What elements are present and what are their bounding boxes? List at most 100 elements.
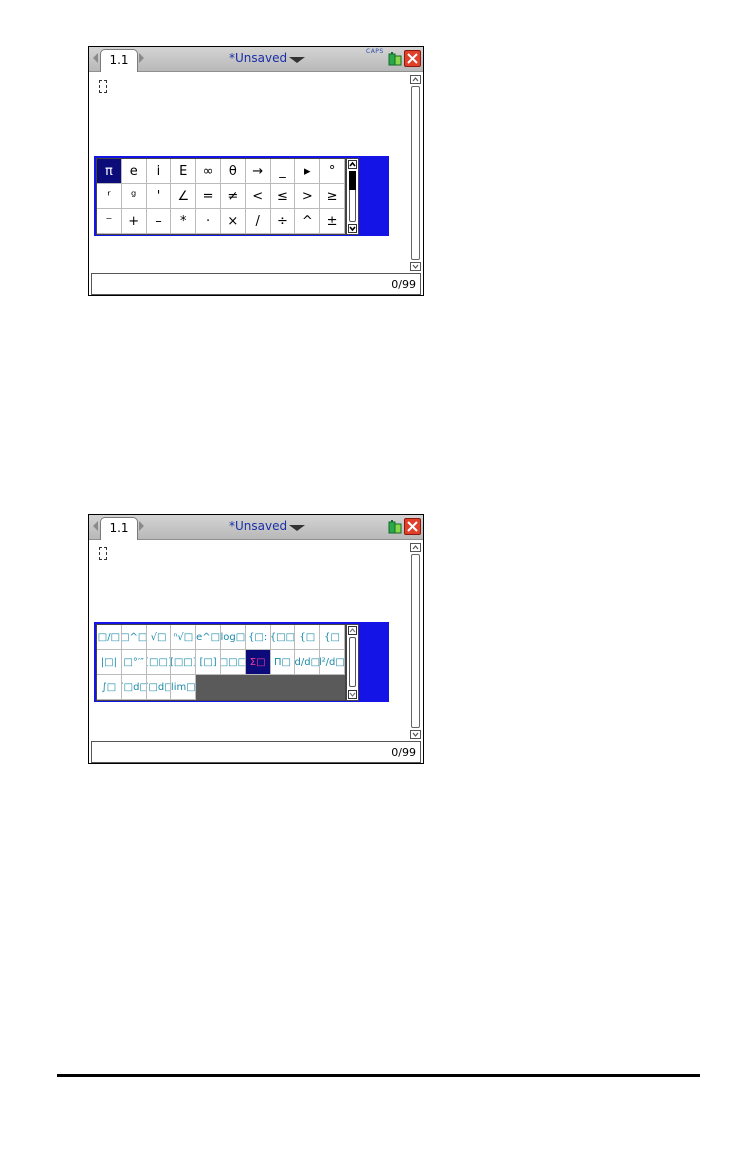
symbol-cell[interactable]: · (196, 209, 221, 234)
symbol-cell[interactable]: × (220, 209, 246, 234)
symbol-cell[interactable]: i (146, 159, 172, 184)
symbol-cell[interactable]: e (121, 159, 147, 184)
chevron-up-icon (412, 77, 419, 82)
template-cell[interactable]: d/d□ (295, 650, 321, 675)
page-scrollbar[interactable] (410, 75, 421, 271)
symbol-cell[interactable]: = (196, 184, 221, 209)
template-cell[interactable]: ∫□ (97, 675, 122, 700)
symbol-cell[interactable]: θ (220, 159, 246, 184)
palette-scroll-track[interactable] (349, 637, 356, 687)
template-cell[interactable]: [□□] (171, 650, 197, 675)
symbol-cell[interactable]: – (146, 209, 172, 234)
tab-scroll-left-icon[interactable] (93, 521, 98, 531)
symbol-cell[interactable]: E (171, 159, 197, 184)
page-scroll-up-button[interactable] (410, 75, 421, 84)
palette-scroll-up-button[interactable] (348, 160, 357, 169)
document-menu-arrow-icon[interactable] (289, 525, 305, 531)
document-menu-arrow-icon[interactable] (289, 57, 305, 63)
symbol-cell[interactable]: / (245, 209, 271, 234)
page-scroll-up-button[interactable] (410, 543, 421, 552)
chevron-down-icon (349, 692, 356, 697)
template-cell[interactable]: e^□ (196, 625, 221, 650)
palette-scroll-up-button[interactable] (348, 626, 357, 635)
template-cell[interactable]: lim□ (171, 675, 197, 700)
symbol-cell[interactable]: ʳ (97, 184, 122, 209)
template-cell[interactable]: ∫□d□ (121, 675, 147, 700)
symbol-cell[interactable]: + (121, 209, 147, 234)
template-cell[interactable]: |□| (97, 650, 122, 675)
symbol-cell[interactable]: ÷ (270, 209, 296, 234)
calculator-screen-templates: 1.1 *Unsaved □/□ □^□ √□ ⁿ√□ e^□ log□ {□: {□□ {□{… (88, 514, 424, 764)
symbol-cell[interactable]: ≤ (270, 184, 296, 209)
template-palette: □/□ □^□ √□ ⁿ√□ e^□ log□ {□: {□□ {□ {□ |□| □°′″ [□□][… (94, 622, 389, 702)
symbol-cell[interactable]: ⁻ (97, 209, 122, 234)
symbol-cell[interactable]: _ (270, 159, 296, 184)
symbol-cell[interactable]: → (245, 159, 271, 184)
input-cursor-box[interactable] (99, 80, 107, 93)
page-scroll-track[interactable] (411, 86, 420, 260)
template-cell[interactable]: [□] (196, 650, 221, 675)
symbol-cell[interactable]: ᵍ (121, 184, 147, 209)
tab-scroll-right-icon[interactable] (139, 53, 144, 63)
template-cell[interactable]: {□ (295, 625, 321, 650)
character-count: 0/99 (391, 278, 416, 291)
symbol-cell[interactable]: < (245, 184, 271, 209)
template-cell[interactable]: {□ (320, 625, 345, 650)
entry-line[interactable]: 0/99 (91, 741, 421, 763)
symbol-cell[interactable]: ≥ (320, 184, 345, 209)
template-cell[interactable]: {□: (245, 625, 271, 650)
template-cell[interactable]: Σ□ (245, 650, 271, 675)
symbol-cell[interactable]: ∞ (196, 159, 221, 184)
palette-empty-area (245, 675, 271, 700)
symbol-cell[interactable]: * (171, 209, 197, 234)
symbol-cell[interactable]: ≠ (220, 184, 246, 209)
symbol-cell[interactable]: ° (320, 159, 345, 184)
palette-scrollbar[interactable] (346, 158, 359, 235)
entry-line[interactable]: 0/99 (91, 273, 421, 295)
close-button[interactable] (404, 50, 421, 67)
chevron-down-icon (412, 264, 419, 269)
page-scroll-down-button[interactable] (410, 730, 421, 739)
palette-empty-area (220, 675, 246, 700)
symbol-grid: π e i E ∞ θ → _ ▸ ° ʳ ᵍ ' ∠ = ≠ < ≤ > ≥ ⁻ + – * · × / ÷ ^ ± (96, 158, 346, 235)
palette-empty-area (320, 675, 345, 700)
page-scroll-down-button[interactable] (410, 262, 421, 271)
template-cell[interactable]: {□□ (270, 625, 296, 650)
palette-scroll-down-button[interactable] (348, 224, 357, 233)
symbol-cell[interactable]: ^ (295, 209, 321, 234)
page-scrollbar[interactable] (410, 543, 421, 739)
palette-scrollbar[interactable] (346, 624, 359, 701)
palette-scroll-down-button[interactable] (348, 690, 357, 699)
symbol-cell[interactable]: ± (320, 209, 345, 234)
template-cell[interactable]: [□□□] (220, 650, 246, 675)
tab-page-1-1[interactable]: 1.1 (100, 49, 138, 72)
template-cell[interactable]: □/□ (97, 625, 122, 650)
template-cell[interactable]: □°′″ (121, 650, 147, 675)
template-cell[interactable]: log□ (220, 625, 246, 650)
symbol-cell[interactable]: ▸ (295, 159, 321, 184)
battery-icon (388, 52, 402, 66)
document-title[interactable]: *Unsaved (229, 51, 287, 65)
document-title[interactable]: *Unsaved (229, 519, 287, 533)
tab-page-1-1[interactable]: 1.1 (100, 517, 138, 540)
template-cell[interactable]: ⁿ√□ (171, 625, 197, 650)
template-cell[interactable]: d²/d□² (320, 650, 345, 675)
template-cell[interactable]: √□ (146, 625, 172, 650)
input-cursor-box[interactable] (99, 547, 107, 560)
symbol-cell[interactable]: ' (146, 184, 172, 209)
palette-scroll-thumb[interactable] (349, 171, 356, 190)
tab-scroll-right-icon[interactable] (139, 521, 144, 531)
symbol-cell[interactable]: π (97, 159, 122, 184)
close-button[interactable] (404, 518, 421, 535)
chevron-down-icon (412, 732, 419, 737)
symbol-cell[interactable]: > (295, 184, 321, 209)
template-cell[interactable]: ∫□d□ (146, 675, 172, 700)
symbol-cell[interactable]: ∠ (171, 184, 197, 209)
template-cell[interactable]: □^□ (121, 625, 147, 650)
tab-scroll-left-icon[interactable] (93, 53, 98, 63)
page-scroll-track[interactable] (411, 554, 420, 728)
symbol-palette: π e i E ∞ θ → _ ▸ ° ʳ ᵍ ' ∠ = ≠ < ≤ > ≥ ⁻ + – * · × / ÷ ^ ± (94, 156, 389, 236)
battery-icon (388, 520, 402, 534)
template-cell[interactable]: [□□] (146, 650, 172, 675)
template-cell[interactable]: Π□ (270, 650, 296, 675)
